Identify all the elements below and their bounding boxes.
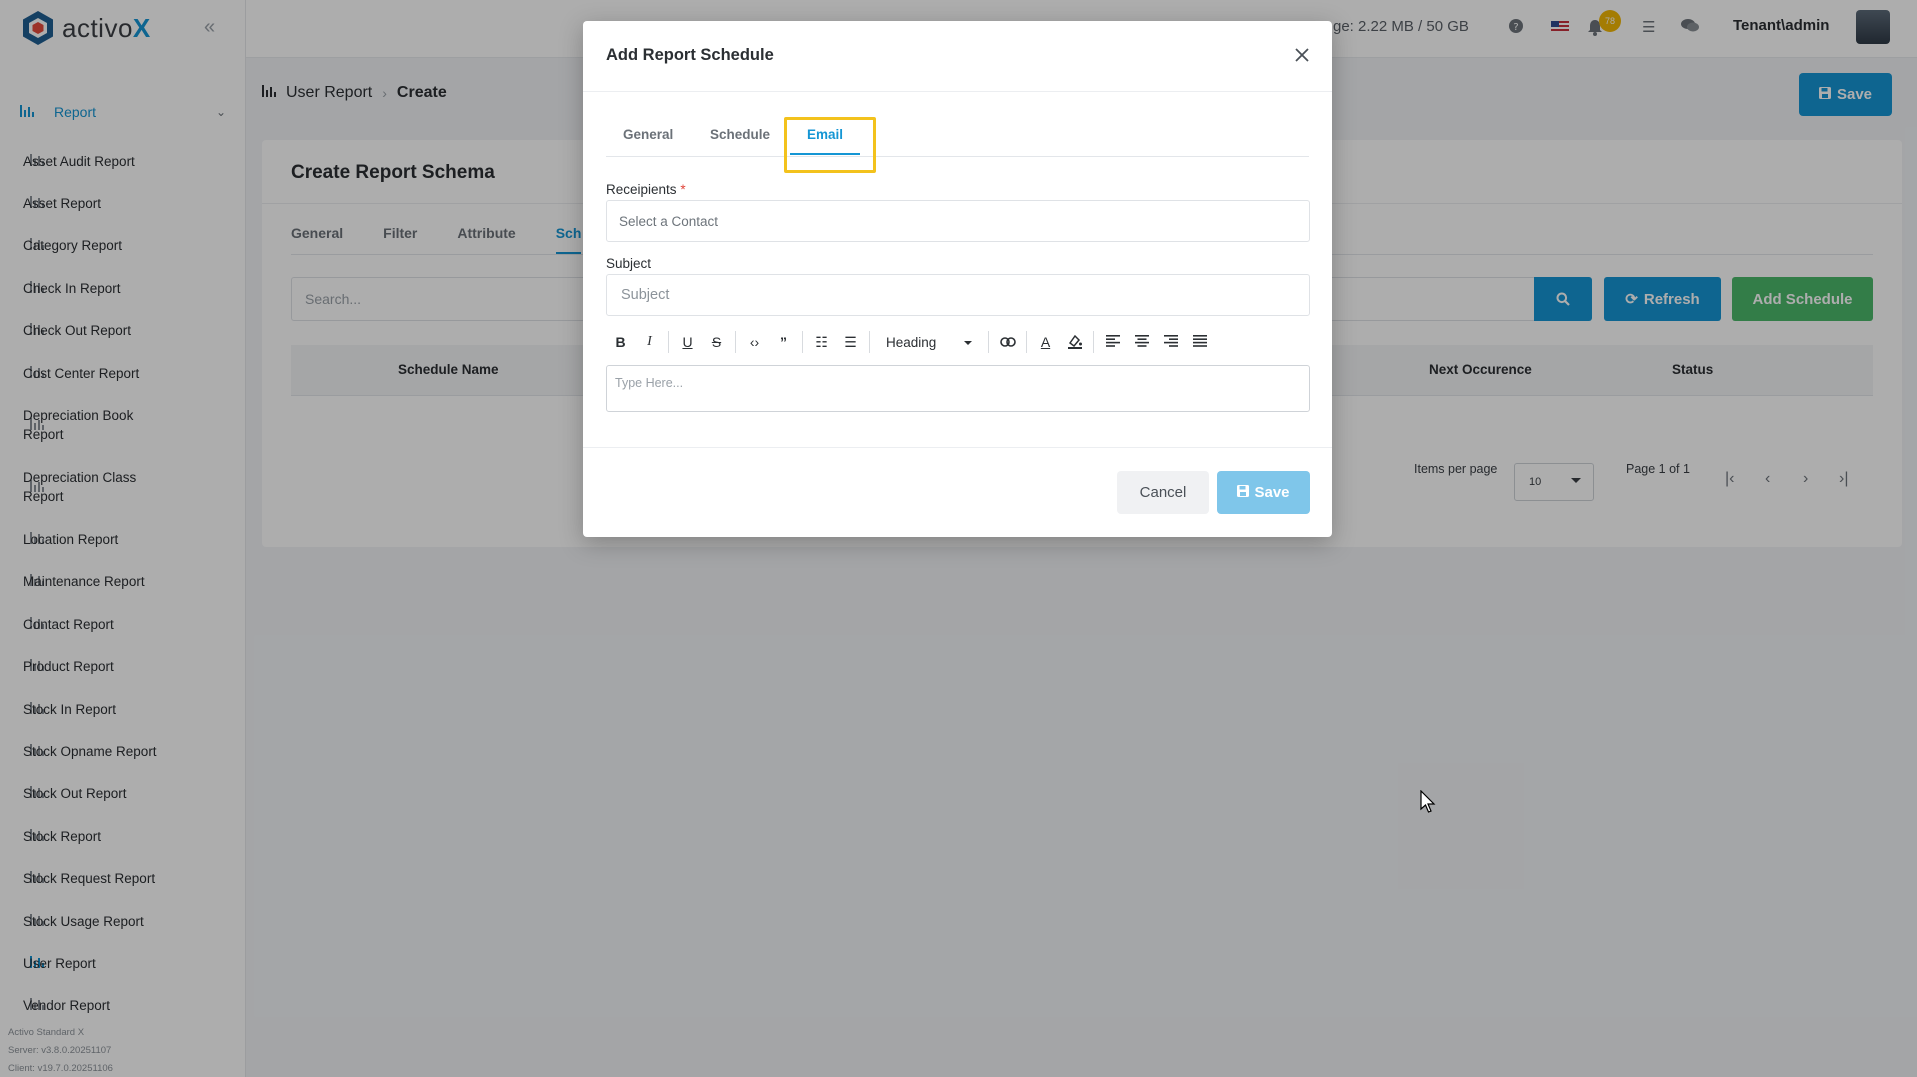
align-justify-icon[interactable]: [1185, 334, 1214, 350]
subject-input[interactable]: Subject: [606, 274, 1310, 316]
dialog-tab-schedule[interactable]: Schedule: [710, 127, 770, 142]
align-left-icon[interactable]: [1098, 334, 1127, 350]
editor-toolbar: B I U S ‹› ” ☷ ☰ Heading A: [606, 329, 1310, 355]
text-color-icon[interactable]: A: [1031, 334, 1060, 350]
email-body-editor[interactable]: Type Here...: [606, 365, 1310, 412]
blockquote-icon[interactable]: ”: [769, 334, 798, 350]
caret-down-icon: [964, 340, 972, 345]
highlight-color-icon[interactable]: [1060, 333, 1089, 352]
bold-icon[interactable]: B: [606, 334, 635, 350]
strikethrough-icon[interactable]: S: [702, 334, 731, 350]
toolbar-separator: [1093, 331, 1094, 353]
toolbar-separator: [1026, 331, 1027, 353]
dialog-save-label: Save: [1254, 484, 1290, 501]
recipients-label: Receipients *: [606, 182, 686, 197]
align-center-icon[interactable]: [1127, 334, 1156, 350]
required-mark: *: [680, 182, 686, 197]
heading-select-value: Heading: [886, 334, 937, 350]
italic-icon[interactable]: I: [635, 334, 664, 350]
underline-icon[interactable]: U: [673, 334, 702, 350]
email-tab-highlight: [784, 117, 876, 173]
recipients-select[interactable]: Select a Contact: [606, 200, 1310, 242]
floppy-disk-icon: [1237, 484, 1250, 501]
ordered-list-icon[interactable]: ☷: [807, 334, 836, 351]
align-right-icon[interactable]: [1156, 334, 1185, 350]
dialog-tabs-divider: [606, 156, 1309, 157]
dialog-tab-general[interactable]: General: [623, 127, 673, 142]
toolbar-separator: [869, 331, 870, 353]
code-icon[interactable]: ‹›: [740, 334, 769, 350]
toolbar-separator: [802, 331, 803, 353]
heading-select[interactable]: Heading: [874, 335, 984, 350]
toolbar-separator: [988, 331, 989, 353]
toolbar-separator: [735, 331, 736, 353]
dialog-save-button[interactable]: Save: [1217, 471, 1310, 514]
cancel-button[interactable]: Cancel: [1117, 471, 1209, 514]
toolbar-separator: [668, 331, 669, 353]
bullet-list-icon[interactable]: ☰: [836, 334, 865, 351]
dialog-tabs: General Schedule Email: [583, 21, 1332, 181]
link-icon[interactable]: [993, 334, 1022, 350]
dialog-footer-divider: [583, 447, 1332, 448]
subject-label: Subject: [606, 256, 652, 271]
add-report-schedule-dialog: Add Report Schedule General Schedule Ema…: [583, 21, 1332, 537]
mouse-cursor-icon: [1420, 790, 1436, 813]
